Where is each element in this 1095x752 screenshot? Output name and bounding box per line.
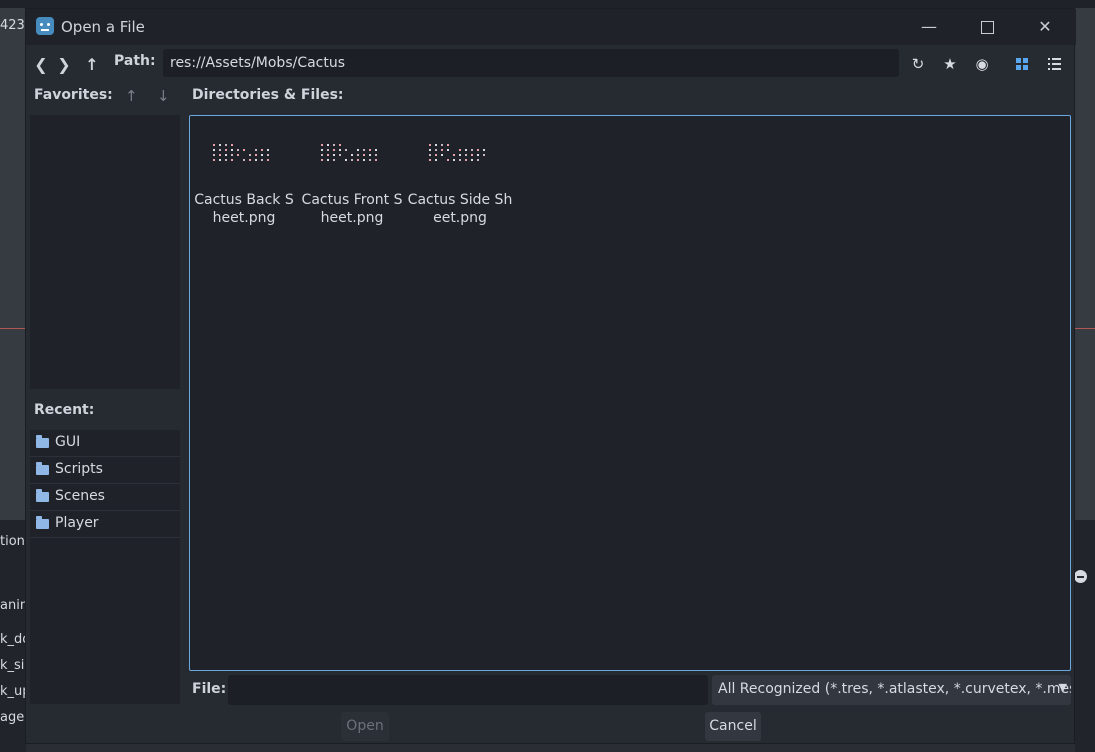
folder-icon <box>36 489 49 502</box>
recent-item-player[interactable]: Player <box>30 511 180 538</box>
chevron-left-icon: ❮ <box>34 55 48 74</box>
panel-fragment: k_up <box>0 684 26 699</box>
panel-fragment: tion <box>0 534 25 549</box>
file-item-cactus-side-sheet[interactable]: Cactus Side Sheet.png <box>406 128 514 227</box>
sprite-sheet-thumbnail <box>429 142 491 164</box>
refresh-button[interactable]: ↻ <box>907 53 929 75</box>
panel-fragment: k_do <box>0 632 26 647</box>
arrow-up-icon: ↑ <box>85 55 99 74</box>
recent-label: Recent: <box>34 402 95 418</box>
open-button[interactable]: Open <box>341 712 389 741</box>
grid-view-icon <box>1016 58 1028 70</box>
maximize-button[interactable] <box>972 15 1002 39</box>
close-button[interactable]: ✕ <box>1030 15 1060 39</box>
panel-fragment: k_si <box>0 658 25 673</box>
title-bar: Open a File — ✕ <box>26 9 1076 45</box>
arrow-up-icon: ↑ <box>125 87 138 105</box>
refresh-icon: ↻ <box>911 55 925 73</box>
path-label: Path: <box>114 53 156 69</box>
back-button[interactable]: ❮ <box>32 55 50 74</box>
recent-item-gui[interactable]: GUI <box>30 430 180 457</box>
file-name: Cactus Side Sheet.png <box>407 192 513 226</box>
path-input[interactable]: res://Assets/Mobs/Cactus <box>163 49 899 77</box>
recent-item-scenes[interactable]: Scenes <box>30 484 180 511</box>
file-name: Cactus Front Sheet.png <box>301 192 403 226</box>
chevron-down-icon: ▼ <box>1058 681 1067 694</box>
file-filter-value: All Recognized (*.tres, *.atlastex, *.cu… <box>718 681 1071 697</box>
recent-item-label: Scripts <box>55 461 103 477</box>
recent-item-label: Scenes <box>55 488 105 504</box>
eye-icon: ◉ <box>975 55 989 73</box>
editor-bottom-panel-left: tion anim k_do k_si k_up age <box>0 520 26 752</box>
arrow-down-icon: ↓ <box>157 87 170 105</box>
panel-fragment: age <box>0 710 25 725</box>
file-name-input[interactable] <box>228 675 708 705</box>
star-icon: ★ <box>943 55 957 73</box>
file-label: File: <box>192 681 227 697</box>
toggle-hidden-button[interactable]: ◉ <box>971 53 993 75</box>
file-item-cactus-front-sheet[interactable]: Cactus Front Sheet.png <box>298 128 406 227</box>
recent-item-label: Player <box>55 515 99 531</box>
grid-view-button[interactable] <box>1011 53 1033 75</box>
file-item-cactus-back-sheet[interactable]: Cactus Back Sheet.png <box>190 128 298 227</box>
recent-item-label: GUI <box>55 434 81 450</box>
recent-item-scripts[interactable]: Scripts <box>30 457 180 484</box>
open-file-dialog: Open a File — ✕ ❮ ❯ ↑ Path: res://Assets… <box>25 8 1076 744</box>
folder-icon <box>36 516 49 529</box>
forward-button[interactable]: ❯ <box>55 55 73 74</box>
editor-ruler <box>0 0 1095 8</box>
chevron-right-icon: ❯ <box>57 55 71 74</box>
panel-fragment: anim <box>0 598 26 613</box>
minimize-button[interactable]: — <box>914 15 944 39</box>
axis-line <box>0 328 26 329</box>
file-list[interactable]: Cactus Back Sheet.png Cactus Front Sheet… <box>189 115 1071 671</box>
dialog-title: Open a File <box>61 18 145 36</box>
favorite-button[interactable]: ★ <box>939 53 961 75</box>
sprite-sheet-thumbnail <box>321 142 383 164</box>
favorites-list[interactable] <box>30 115 180 389</box>
axis-line <box>1075 328 1095 329</box>
files-label: Directories & Files: <box>192 87 344 103</box>
cancel-button[interactable]: Cancel <box>705 712 761 741</box>
file-name: Cactus Back Sheet.png <box>194 192 294 226</box>
remove-icon[interactable] <box>1074 570 1087 583</box>
list-view-icon <box>1047 58 1061 70</box>
sprite-sheet-thumbnail <box>213 142 275 164</box>
move-favorite-up-button[interactable]: ↑ <box>125 87 138 105</box>
move-favorite-down-button[interactable]: ↓ <box>157 87 170 105</box>
list-view-button[interactable] <box>1043 53 1065 75</box>
maximize-icon <box>980 21 994 34</box>
godot-logo-icon <box>36 17 54 35</box>
folder-icon <box>36 462 49 475</box>
recent-list: GUI Scripts Scenes Player <box>30 430 180 704</box>
go-up-button[interactable]: ↑ <box>83 55 101 74</box>
file-filter-select[interactable]: All Recognized (*.tres, *.atlastex, *.cu… <box>712 675 1071 705</box>
editor-bottom-panel-right <box>1075 520 1095 752</box>
favorites-label: Favorites: <box>34 87 113 103</box>
folder-icon <box>36 435 49 448</box>
